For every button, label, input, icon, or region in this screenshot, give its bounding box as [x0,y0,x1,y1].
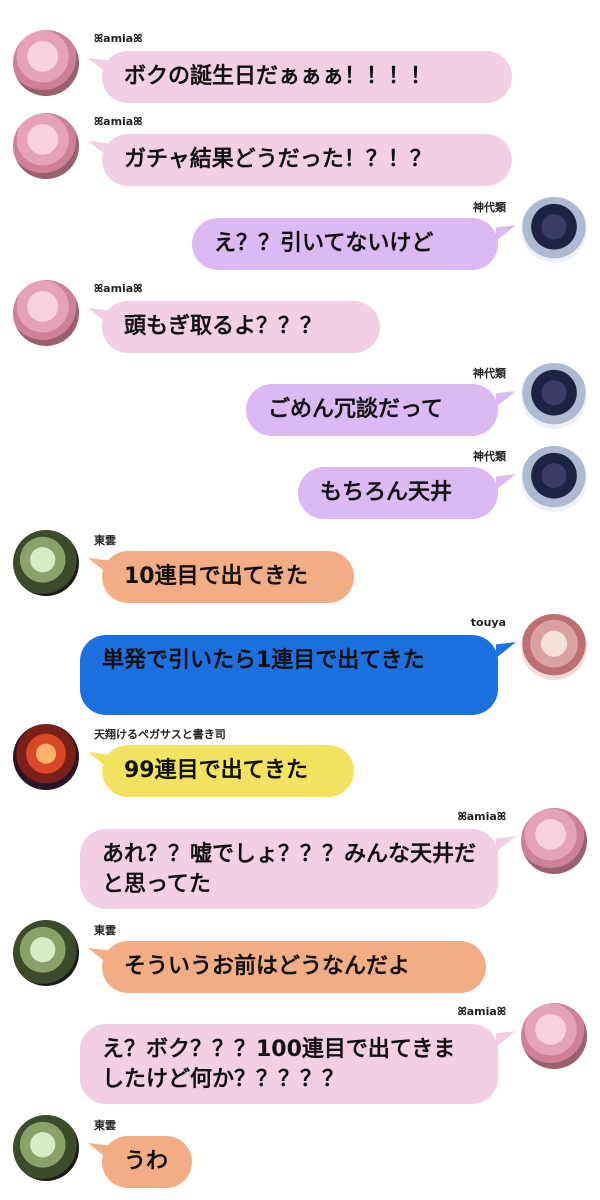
sender-name: ꕤamiaꕤ [94,115,143,128]
bubble-tail [496,391,516,407]
sender-name: ꕤamiaꕤ [457,1005,506,1018]
bubble-tail [496,225,516,241]
message-bubble: あれ？？嘘でしょ？？？みんな天井だと思ってた [80,829,498,909]
sender-name: 天翔けるペガサスと書き司 [94,728,226,741]
message-bubble: 頭もぎ取るよ？？？ [102,301,380,353]
message-bubble: ガチャ結果どうだった！？！？ [102,134,512,186]
message-bubble: ボクの誕生日だぁぁぁ！！！！ [102,51,512,103]
message-bubble: もちろん天井 [298,467,498,519]
avatar-shinonome [13,920,79,986]
message-bubble: 10連目で出てきた [102,551,354,603]
avatar-shinonome [13,530,79,596]
sender-name: ꕤamiaꕤ [457,810,506,823]
message-bubble: え？ボク？？？100連目で出てきましたけど何か？？？？？ [80,1024,498,1104]
sender-name: 神代類 [473,201,506,214]
message-bubble: 単発で引いたら1連目で出てきた [80,635,498,715]
sender-name: 東雲 [94,924,116,937]
avatar-mizuki [13,113,79,179]
avatar-mizuki [521,808,587,874]
sender-name: 神代類 [473,367,506,380]
sender-name: 神代類 [473,450,506,463]
avatar-rui [521,446,587,512]
avatar-mizuki [521,1003,587,1069]
sender-name: 東雲 [94,534,116,547]
avatar-tsukasa [13,724,79,790]
message-bubble: ごめん冗談だって [246,384,498,436]
avatar-rui [521,197,587,263]
sender-name: ꕤamiaꕤ [94,282,143,295]
bubble-tail [496,1031,516,1047]
sender-name: 東雲 [94,1119,116,1132]
avatar-mizuki [13,280,79,346]
avatar-touya [521,614,587,680]
avatar-rui [521,363,587,429]
message-bubble: 99連目で出てきた [102,745,354,797]
message-bubble: うわ [102,1136,192,1188]
avatar-mizuki [13,30,79,96]
message-bubble: そういうお前はどうなんだよ [102,941,486,993]
bubble-tail [496,836,516,852]
message-bubble: え？？引いてないけど [192,218,498,270]
sender-name: touya [470,616,506,629]
bubble-tail [496,474,516,490]
avatar-shinonome [13,1115,79,1181]
sender-name: ꕤamiaꕤ [94,32,143,45]
bubble-tail [496,642,516,658]
